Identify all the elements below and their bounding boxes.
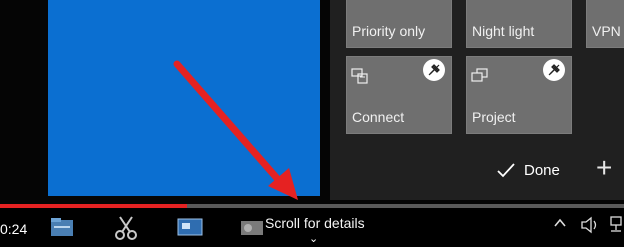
connect-icon <box>351 68 368 84</box>
snipping-tool-icon[interactable] <box>112 214 140 242</box>
tile-vpn[interactable]: VPN <box>586 0 624 48</box>
network-icon[interactable] <box>609 216 623 234</box>
tile-label: Priority only <box>352 23 426 39</box>
tile-night-light[interactable]: Night light <box>466 0 572 48</box>
tile-project[interactable]: Project <box>466 56 572 134</box>
done-label: Done <box>524 161 560 179</box>
done-button[interactable]: Done <box>496 158 560 182</box>
remote-desktop-icon[interactable] <box>176 214 204 242</box>
chevron-down-icon[interactable]: ⌄ <box>309 232 318 245</box>
tile-label: Connect <box>352 109 405 125</box>
project-icon <box>471 68 488 82</box>
tile-label: Project <box>472 109 516 125</box>
pin-icon[interactable] <box>543 59 565 81</box>
tile-priority-only[interactable]: Priority only <box>346 0 452 48</box>
player-controls-bar: 0:24 Scroll for details ⌄ <box>0 208 624 247</box>
chevron-up-icon[interactable] <box>553 216 567 230</box>
volume-icon[interactable] <box>580 216 600 234</box>
tile-label: Night light <box>472 23 535 39</box>
scroll-hint-text[interactable]: Scroll for details <box>265 215 365 231</box>
tile-connect[interactable]: Connect <box>346 56 452 134</box>
tile-label: VPN <box>592 23 621 39</box>
control-panel-icon[interactable] <box>238 214 266 242</box>
current-time: 0:24 <box>0 221 28 237</box>
action-center-panel: Priority only Night light VPN Connect Pr… <box>330 0 624 200</box>
checkmark-icon <box>497 163 515 178</box>
pin-icon[interactable] <box>423 59 445 81</box>
add-icon[interactable]: + <box>596 152 612 184</box>
file-explorer-icon[interactable] <box>48 214 76 242</box>
desktop-background <box>48 0 320 196</box>
video-frame[interactable]: Priority only Night light VPN Connect Pr… <box>0 0 624 210</box>
